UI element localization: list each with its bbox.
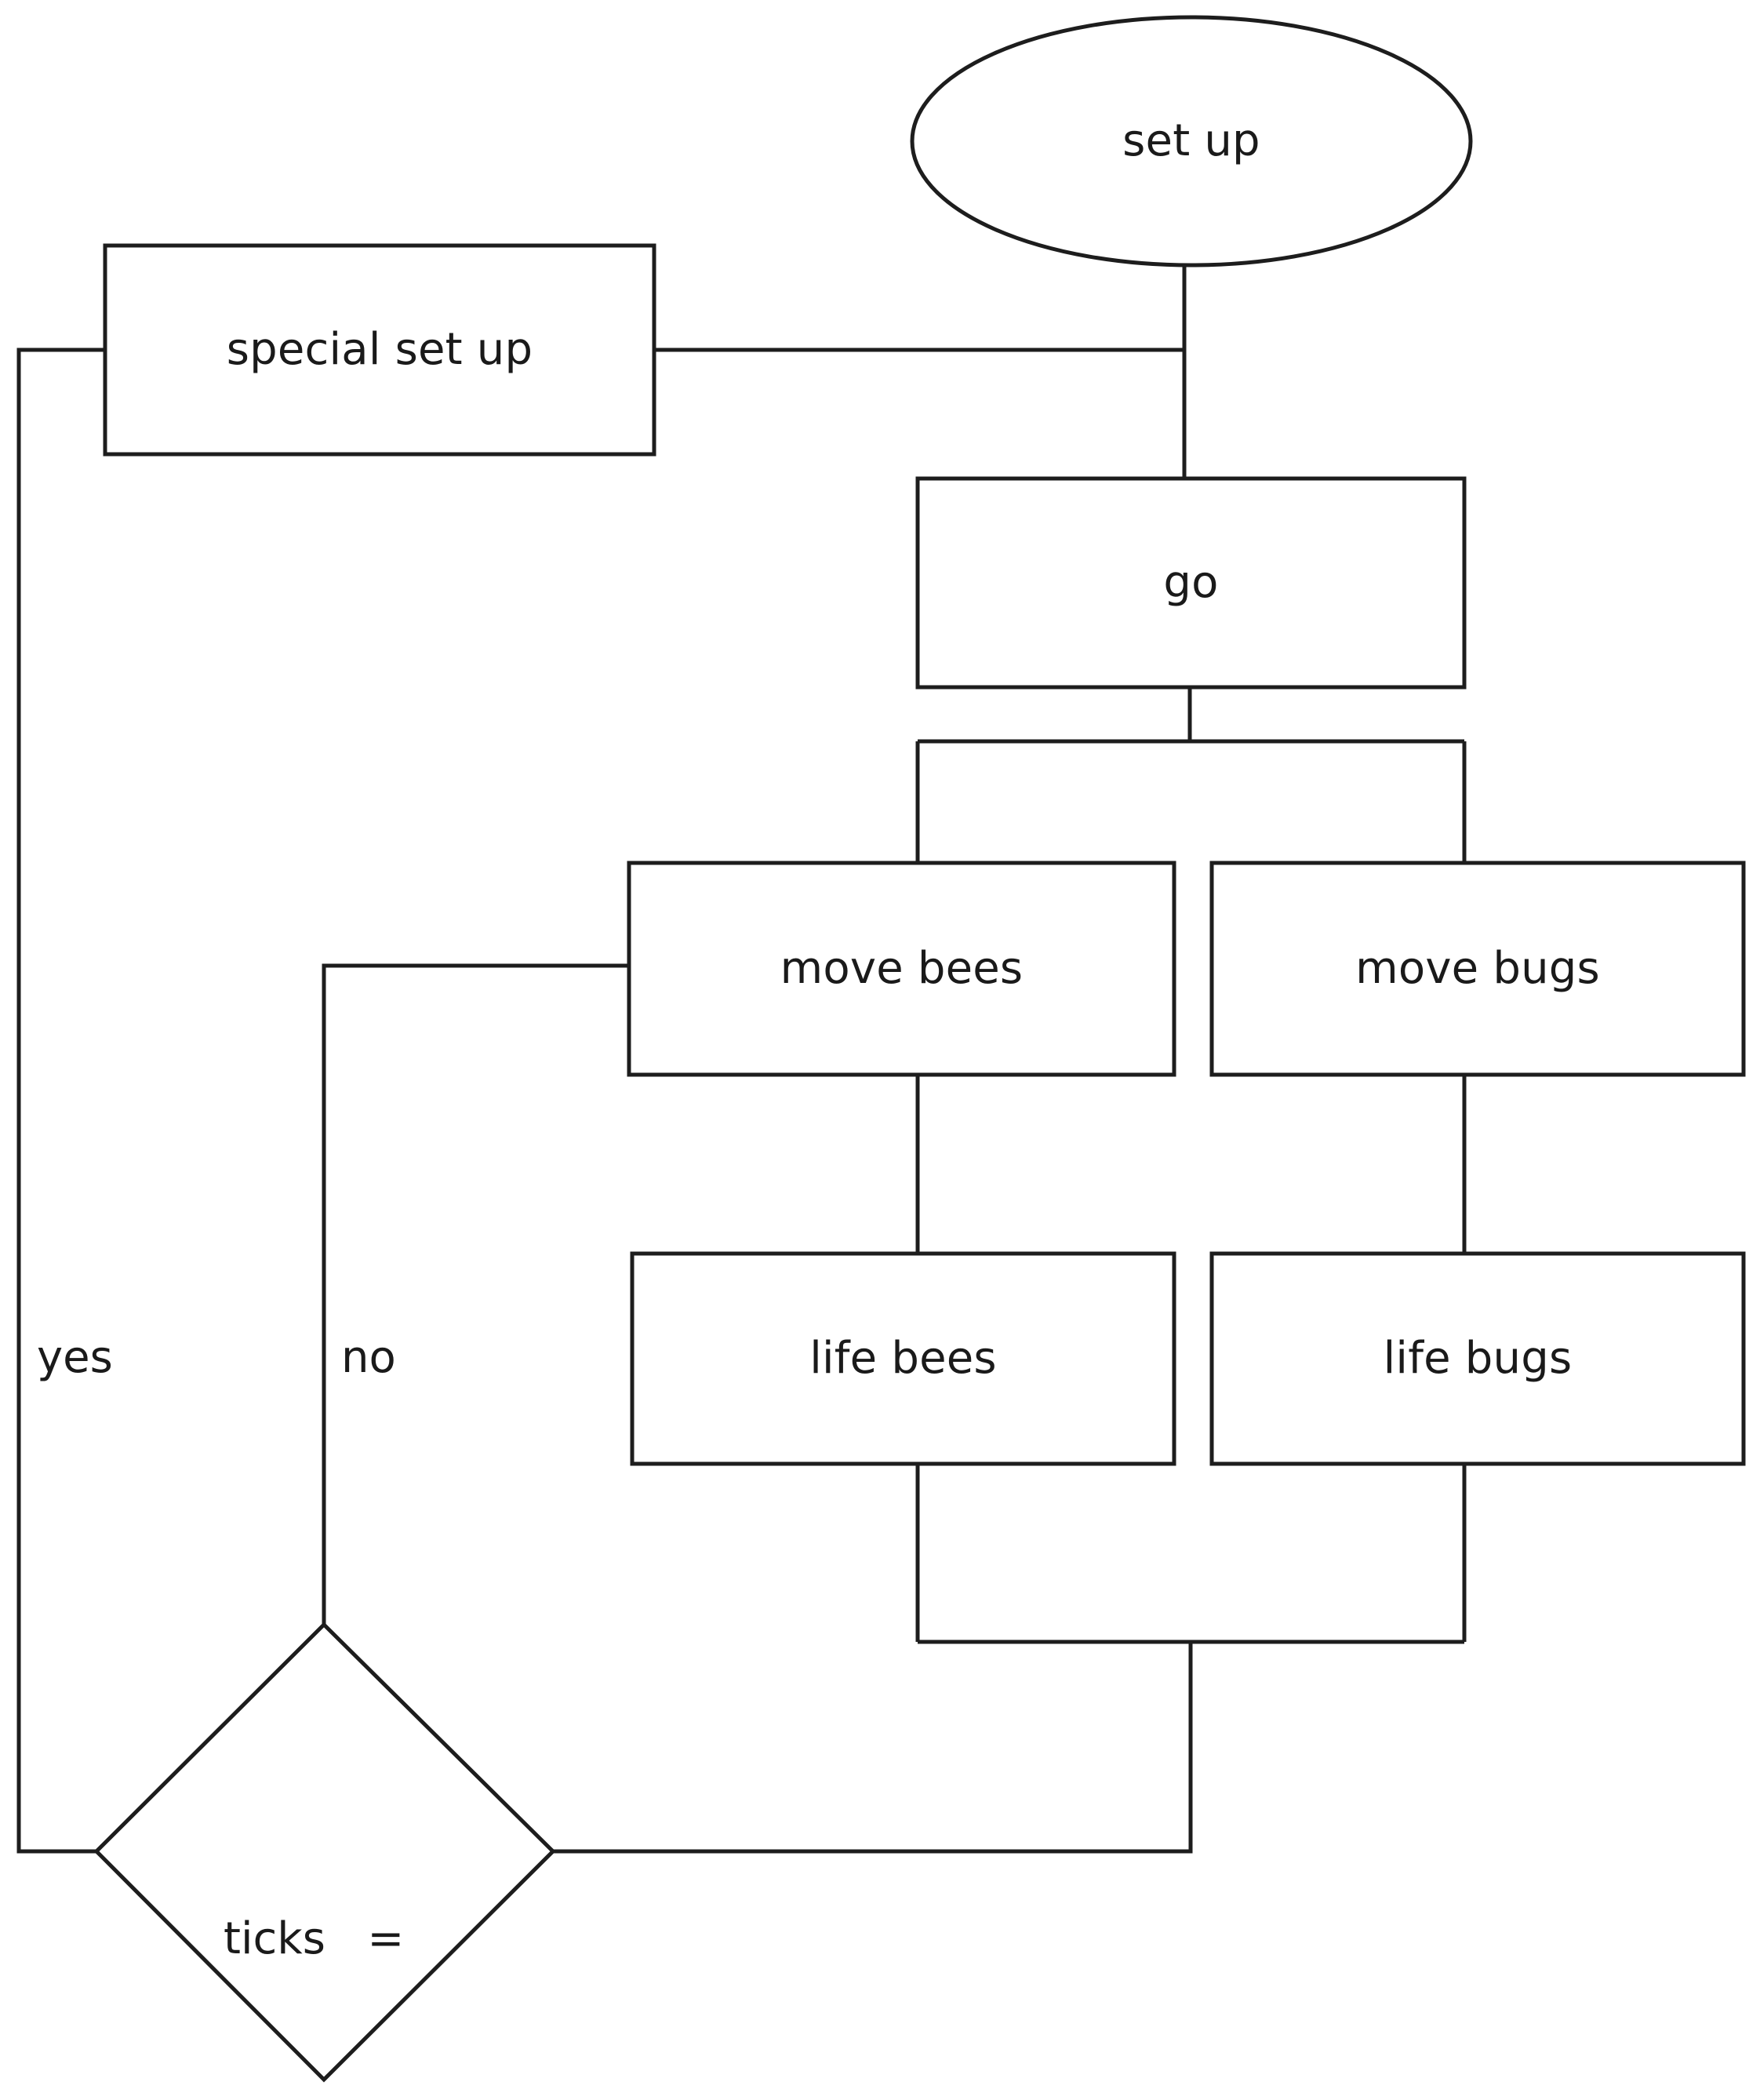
edge-yes-loop bbox=[16, 348, 105, 1854]
node-decision-label-line1: ticks = bbox=[224, 1913, 405, 1965]
edge-label-no: no bbox=[341, 1332, 396, 1383]
edge-life-merge bbox=[553, 1464, 1467, 1854]
node-decision-label: ticks = temps en année? bbox=[224, 1790, 553, 2100]
node-life-bugs-label: life bugs bbox=[1383, 1333, 1573, 1384]
node-go-label: go bbox=[1163, 557, 1219, 608]
node-life-bees-label: life bees bbox=[809, 1333, 997, 1384]
node-setup-label: set up bbox=[1122, 115, 1260, 166]
edge-label-yes: yes bbox=[37, 1332, 113, 1383]
edge-go-fork bbox=[915, 687, 1467, 863]
node-move-bees-label: move bees bbox=[780, 943, 1024, 994]
node-decision-label-line2: temps en bbox=[224, 2089, 553, 2100]
flowchart-graphics bbox=[16, 15, 1746, 2083]
node-move-bugs-label: move bugs bbox=[1355, 943, 1600, 994]
edge-no-loop bbox=[322, 963, 629, 1625]
node-special-setup-label: special set up bbox=[226, 324, 533, 375]
flowchart-canvas: set up special set up go move bees move … bbox=[0, 0, 1760, 2100]
